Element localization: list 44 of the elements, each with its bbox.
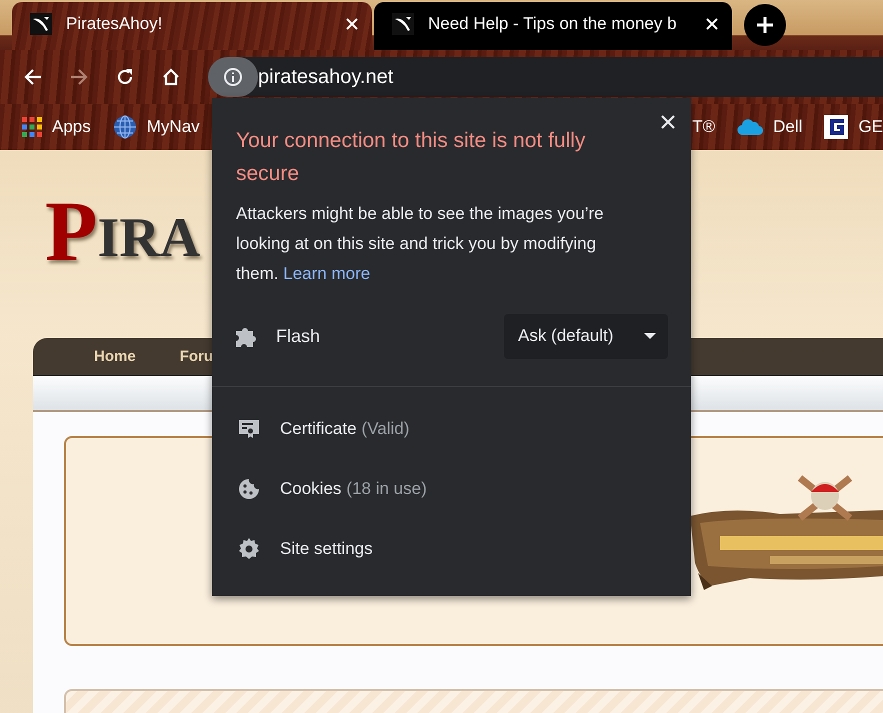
- home-icon: [161, 67, 181, 87]
- reload-icon: [115, 67, 135, 87]
- close-icon[interactable]: [661, 115, 675, 129]
- tab-title: PiratesAhoy!: [66, 14, 164, 34]
- permission-dropdown[interactable]: Ask (default): [504, 314, 668, 358]
- item-detail: (18 in use): [346, 479, 427, 499]
- item-detail: (Valid): [362, 419, 410, 439]
- close-tab-icon[interactable]: [346, 18, 358, 30]
- learn-more-link[interactable]: Learn more: [283, 264, 370, 283]
- site-info-item[interactable]: Cookies (18 in use): [212, 459, 691, 519]
- info-icon: [223, 67, 243, 87]
- url-text: piratesahoy.net: [258, 66, 394, 88]
- site-info-button[interactable]: [208, 57, 258, 97]
- bookmark[interactable]: GE: [824, 115, 883, 139]
- nav-link[interactable]: Foru: [180, 348, 214, 365]
- certificate-icon: [238, 419, 260, 439]
- bookmark[interactable]: MyNav: [112, 115, 200, 139]
- site-info-item[interactable]: Site settings: [212, 519, 691, 579]
- site-info-item[interactable]: Certificate (Valid): [212, 399, 691, 459]
- settings-icon: [238, 538, 260, 560]
- cookie-icon: [238, 478, 260, 500]
- security-warning-title: Your connection to this site is not fully secure: [236, 128, 586, 187]
- browser-tab[interactable]: Need Help - Tips on the money b: [374, 2, 732, 50]
- forward-arrow-icon: [69, 67, 89, 87]
- back-arrow-icon: [23, 67, 43, 87]
- sword-favicon-icon: [30, 13, 52, 35]
- plus-icon: [756, 16, 774, 34]
- permission-label: Flash: [276, 326, 322, 346]
- letter-logo-icon: [824, 115, 848, 139]
- cloud-icon: [737, 118, 764, 136]
- bookmark[interactable]: Apps: [22, 117, 91, 137]
- new-tab-button[interactable]: [744, 4, 786, 46]
- nav-link[interactable]: Home: [94, 348, 136, 365]
- site-logo[interactable]: PIRA: [45, 150, 200, 338]
- tab-title: Need Help - Tips on the money b: [428, 14, 678, 34]
- bookmark[interactable]: T®: [692, 117, 716, 137]
- bookmark[interactable]: Dell: [737, 117, 802, 137]
- globe-icon: [112, 115, 137, 139]
- sword-favicon-icon: [392, 13, 414, 35]
- close-tab-icon[interactable]: [706, 18, 718, 30]
- apps-grid-icon: [22, 117, 42, 137]
- warning-description: Attackers might be able to see the images you’re looking at on this site and trick you by modifying them. Learn more: [235, 203, 605, 285]
- address-bar[interactable]: piratesahoy.net: [208, 57, 883, 97]
- browser-tab[interactable]: PiratesAhoy!: [12, 2, 372, 50]
